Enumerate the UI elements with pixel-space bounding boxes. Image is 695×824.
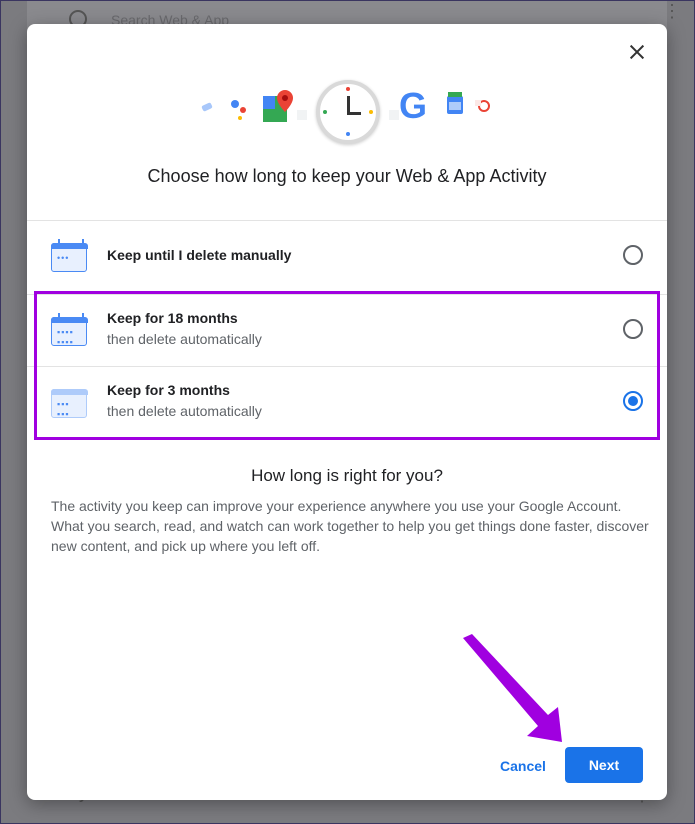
option-title: Keep for 18 months xyxy=(107,310,238,326)
option-subtitle: then delete automatically xyxy=(107,403,262,419)
radio-keep-manually[interactable] xyxy=(623,245,643,265)
radio-keep-18-months[interactable] xyxy=(623,319,643,339)
cancel-button[interactable]: Cancel xyxy=(491,752,555,780)
option-title: Keep until I delete manually xyxy=(107,247,292,263)
hero-illustration: G xyxy=(27,74,667,144)
dialog-title: Choose how long to keep your Web & App A… xyxy=(147,166,547,186)
info-text: The activity you keep can improve your e… xyxy=(51,498,649,554)
option-keep-manually[interactable]: ••• Keep until I delete manually xyxy=(27,221,667,293)
option-title: Keep for 3 months xyxy=(107,382,230,398)
option-keep-18-months[interactable]: ▪▪▪▪ ▪▪▪▪ Keep for 18 months then delete … xyxy=(27,294,667,367)
info-title: How long is right for you? xyxy=(251,466,443,485)
calendar-stack-icon: ▪▪▪ ▪▪▪ xyxy=(51,385,88,419)
google-logo: G xyxy=(399,85,428,126)
calendar-grid-icon: ▪▪▪▪ ▪▪▪▪ xyxy=(51,313,88,347)
more-vert-icon: ⋮ xyxy=(663,1,681,21)
next-button[interactable]: Next xyxy=(565,747,643,783)
radio-keep-3-months[interactable] xyxy=(623,391,643,411)
option-keep-3-months[interactable]: ▪▪▪ ▪▪▪ Keep for 3 months then delete aut… xyxy=(27,366,667,439)
close-icon[interactable] xyxy=(625,40,649,64)
calendar-icon: ••• xyxy=(51,239,88,272)
option-subtitle: then delete automatically xyxy=(107,331,262,347)
clock-icon xyxy=(316,80,380,144)
retention-dialog: G Choose how long to keep your Web & App… xyxy=(27,24,667,800)
